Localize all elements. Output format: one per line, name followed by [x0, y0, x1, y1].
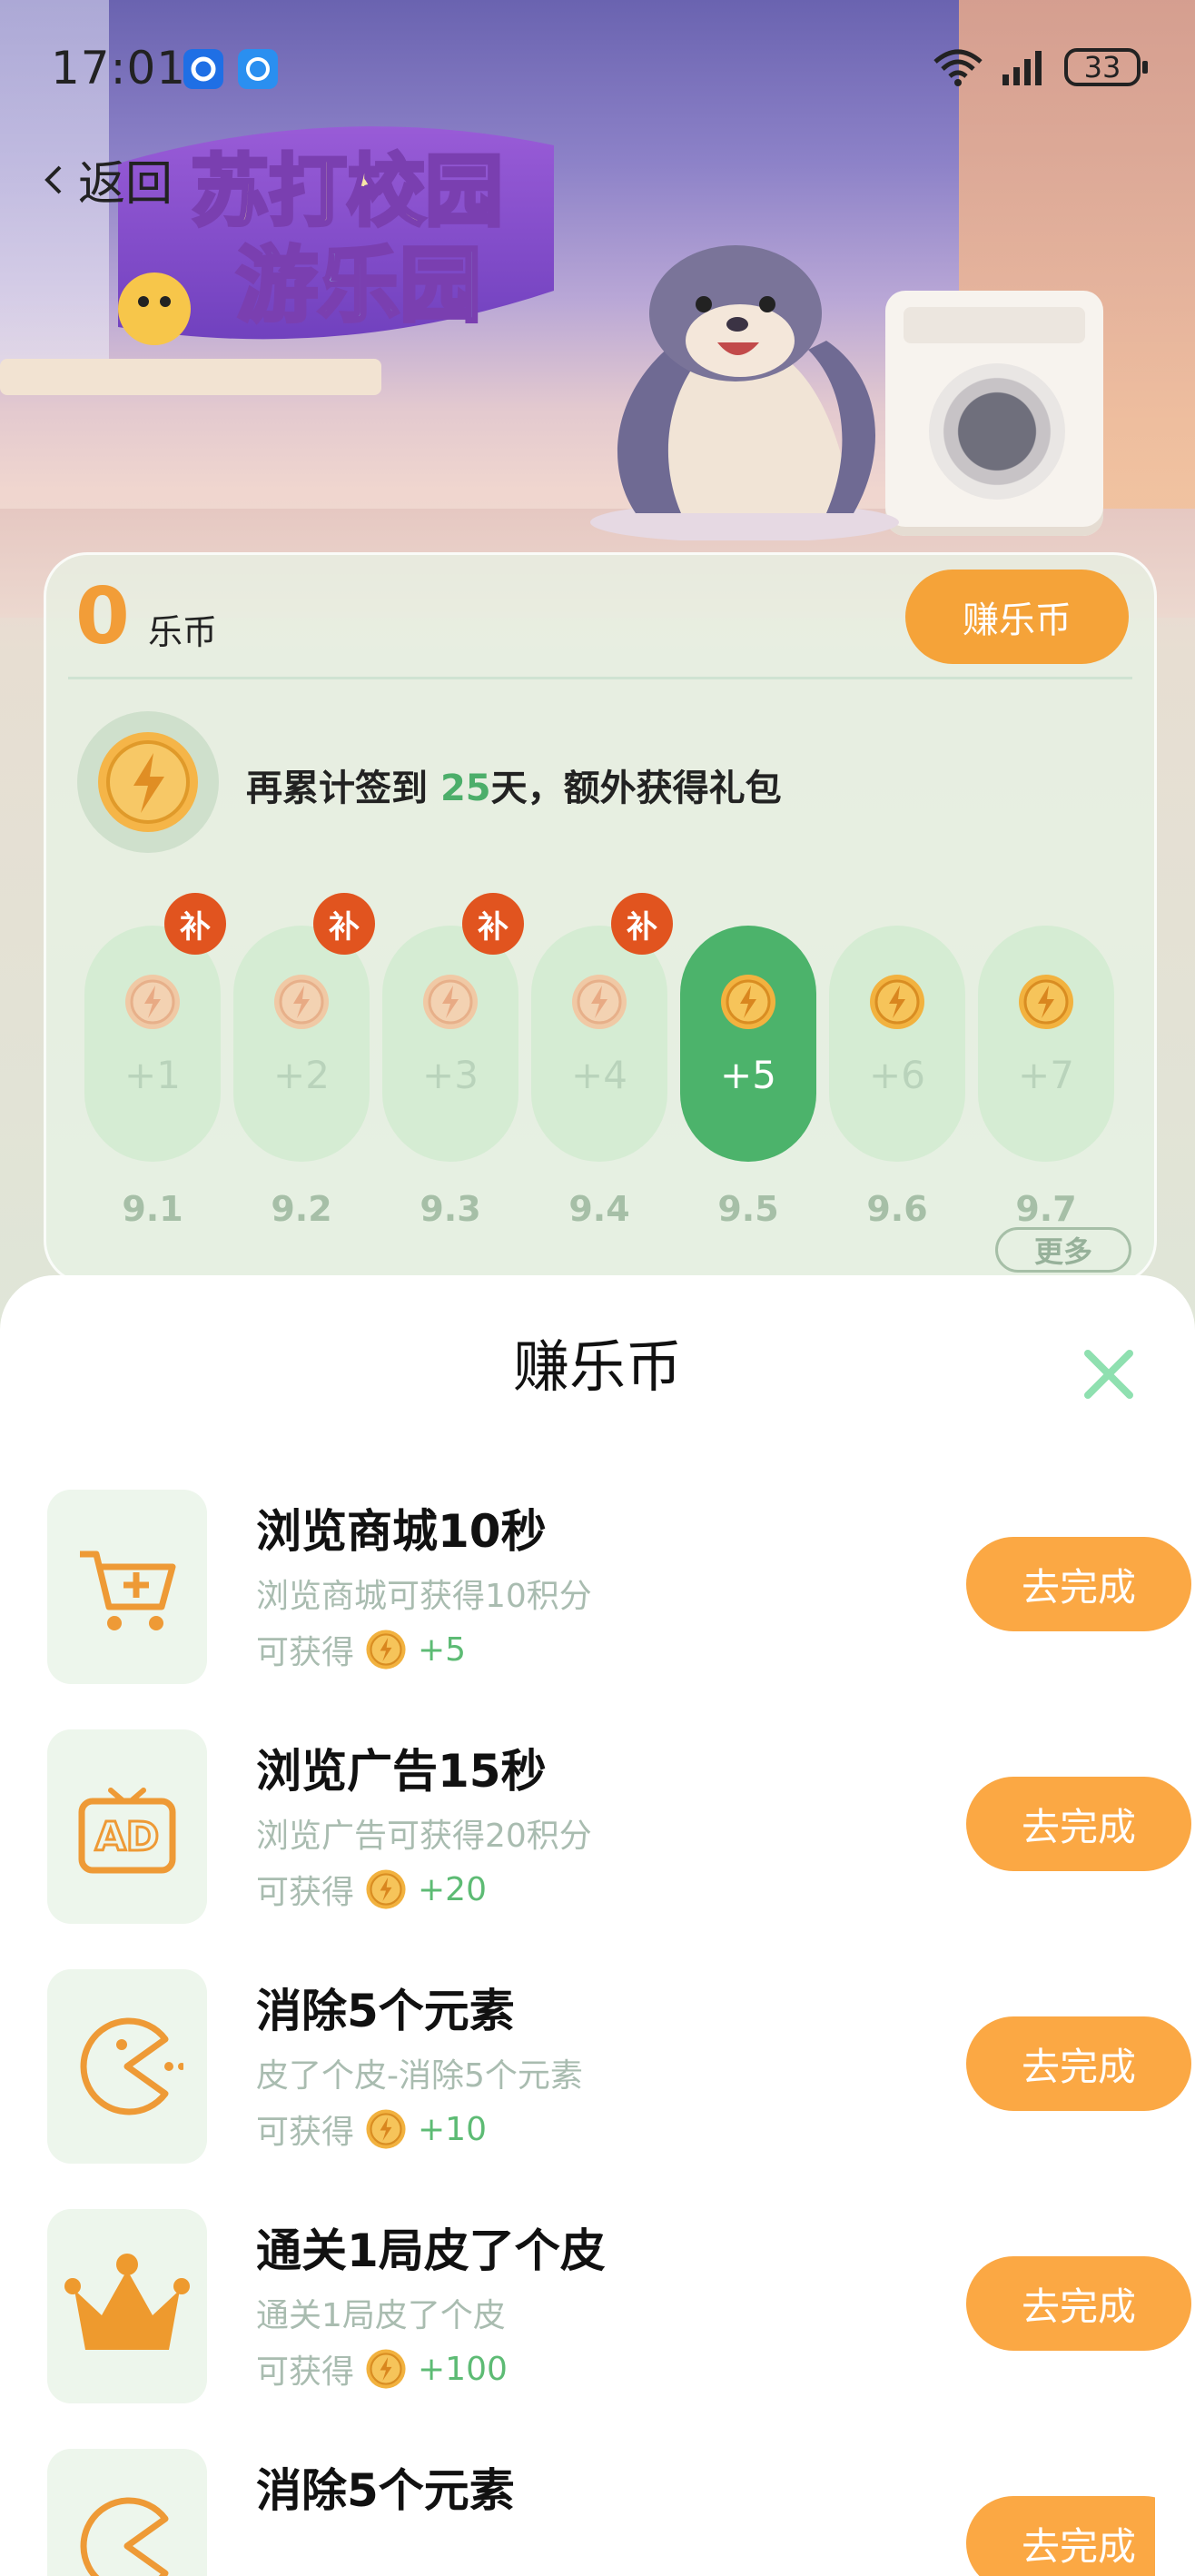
- crown-icon: [64, 2254, 190, 2350]
- complete-task-button[interactable]: 去完成: [966, 2256, 1191, 2351]
- task-icon-box: [47, 1490, 207, 1684]
- task-item: 通关1局皮了个皮 通关1局皮了个皮 可获得 +100 去完成: [47, 2209, 1191, 2403]
- checkin-day[interactable]: 补 +1 9.1: [84, 893, 226, 1229]
- coin-icon: [366, 2109, 406, 2149]
- task-reward: 可获得 +10: [256, 2105, 487, 2153]
- complete-task-button[interactable]: 去完成: [966, 2496, 1155, 2576]
- day-gain: +4: [571, 1053, 627, 1097]
- task-icon-box: [47, 2209, 207, 2403]
- task-reward: 可获得 +5: [256, 1626, 466, 1673]
- makeup-badge[interactable]: 补: [313, 893, 375, 955]
- coin-balance: 0: [75, 571, 130, 662]
- more-button[interactable]: 更多: [995, 1227, 1131, 1273]
- sheet-title: 赚乐币: [512, 1333, 682, 1400]
- coin-icon: [366, 1630, 406, 1669]
- checkin-day[interactable]: 补 +2 9.2: [233, 893, 375, 1229]
- day-gain: +5: [720, 1053, 776, 1097]
- task-item: AD 浏览广告15秒 浏览广告可获得20积分 可获得 +20 去完成: [47, 1729, 1191, 1924]
- task-desc: 浏览商城可获得10积分: [256, 1578, 592, 1615]
- day-gain: +7: [1018, 1053, 1074, 1097]
- chevron-left-icon: [44, 165, 62, 193]
- coin-icon: [366, 1869, 406, 1909]
- pacman-icon: [80, 2017, 183, 2115]
- complete-task-button[interactable]: 去完成: [966, 1777, 1191, 1871]
- task-reward: 可获得 +20: [256, 1866, 487, 1913]
- coin-unit: 乐币: [148, 612, 218, 652]
- back-button[interactable]: 返回: [40, 145, 173, 213]
- task-item: 浏览商城10秒 浏览商城可获得10积分 可获得 +5 去完成: [47, 1490, 1191, 1684]
- complete-task-button[interactable]: 去完成: [966, 2016, 1191, 2111]
- makeup-badge[interactable]: 补: [611, 893, 673, 955]
- wifi-icon: [933, 49, 983, 86]
- day-date: 9.6: [866, 1189, 928, 1229]
- svg-text:游乐园: 游乐园: [236, 238, 481, 333]
- coin-icon: [366, 2349, 406, 2389]
- task-desc: 皮了个皮-消除5个元素: [256, 2057, 583, 2095]
- day-date: 9.5: [717, 1189, 779, 1229]
- task-icon-box: [47, 2449, 207, 2576]
- task-title: 浏览商城10秒: [256, 1505, 547, 1558]
- coin-icon: [125, 975, 180, 1029]
- card-divider: [68, 677, 1132, 679]
- battery-indicator: 33: [1064, 48, 1148, 86]
- big-coin-icon: [77, 711, 219, 853]
- day-date: 9.3: [420, 1189, 481, 1229]
- task-item: 消除5个元素 去完成: [47, 2449, 1155, 2576]
- coin-icon: [721, 975, 775, 1029]
- day-gain: +1: [124, 1053, 181, 1097]
- day-gain: +2: [273, 1053, 330, 1097]
- day-date: 9.1: [122, 1189, 183, 1229]
- checkin-day-today[interactable]: +5 9.5: [680, 926, 816, 1229]
- task-desc: 通关1局皮了个皮: [256, 2297, 506, 2334]
- coin-icon: [572, 975, 627, 1029]
- app-notification-icon: [183, 49, 223, 89]
- day-gain: +3: [422, 1053, 479, 1097]
- task-reward: 可获得 +100: [256, 2345, 508, 2393]
- seal-mascot-illustration: [590, 245, 899, 540]
- checkin-day[interactable]: +7 9.7: [978, 926, 1114, 1229]
- earn-coins-sheet: 赚乐币 浏览商城10秒 浏览商城可获得10积分 可获得 +5 去完成 AD 浏览…: [0, 1275, 1195, 2576]
- svg-text:AD: AD: [95, 1814, 160, 1860]
- task-title: 通关1局皮了个皮: [256, 2224, 606, 2277]
- complete-task-button[interactable]: 去完成: [966, 1537, 1191, 1631]
- status-bar: 17:01 33: [0, 36, 1195, 109]
- day-date: 9.7: [1015, 1189, 1077, 1229]
- cart-icon: [80, 1551, 176, 1630]
- checkin-day[interactable]: 补 +4 9.4: [531, 893, 673, 1229]
- checkin-days: 补 +1 9.1 补 +2 9.2 补 +3 9.3 补 +4 9.4 +5 9…: [84, 893, 1120, 1229]
- task-icon-box: AD: [47, 1729, 207, 1924]
- makeup-badge[interactable]: 补: [462, 893, 524, 955]
- ad-tv-icon: AD: [78, 1788, 176, 1874]
- back-label: 返回: [78, 157, 173, 212]
- checkin-day[interactable]: 补 +3 9.3: [382, 893, 524, 1229]
- task-icon-box: [47, 1969, 207, 2164]
- day-date: 9.2: [271, 1189, 332, 1229]
- makeup-badge[interactable]: 补: [164, 893, 226, 955]
- coin-icon: [423, 975, 478, 1029]
- task-desc: 浏览广告可获得20积分: [256, 1818, 592, 1855]
- checkin-day[interactable]: +6 9.6: [829, 926, 965, 1229]
- task-item: 消除5个元素 皮了个皮-消除5个元素 可获得 +10 去完成: [47, 1969, 1191, 2164]
- browser-notification-icon: [238, 49, 278, 89]
- signal-icon: [1002, 51, 1042, 85]
- day-gain: +6: [869, 1053, 925, 1097]
- day-date: 9.4: [568, 1189, 630, 1229]
- coin-icon: [870, 975, 924, 1029]
- task-title: 消除5个元素: [256, 2464, 515, 2517]
- svg-text:苏打校园: 苏打校园: [191, 146, 503, 237]
- coin-icon: [274, 975, 329, 1029]
- task-title: 浏览广告15秒: [256, 1745, 547, 1798]
- coin-icon: [1019, 975, 1073, 1029]
- close-icon[interactable]: [1081, 1346, 1137, 1402]
- status-time: 17:01: [51, 42, 187, 94]
- points-card: 0 乐币 赚乐币 再累计签到 25天，额外获得礼包 补 +1 9.1 补 +2 …: [44, 552, 1157, 1284]
- earn-coins-button[interactable]: 赚乐币: [905, 570, 1129, 664]
- washing-machine-illustration: [885, 291, 1103, 536]
- task-title: 消除5个元素: [256, 1985, 515, 2037]
- checkin-message: 再累计签到 25天，额外获得礼包: [246, 768, 782, 809]
- pacman-icon: [80, 2497, 169, 2576]
